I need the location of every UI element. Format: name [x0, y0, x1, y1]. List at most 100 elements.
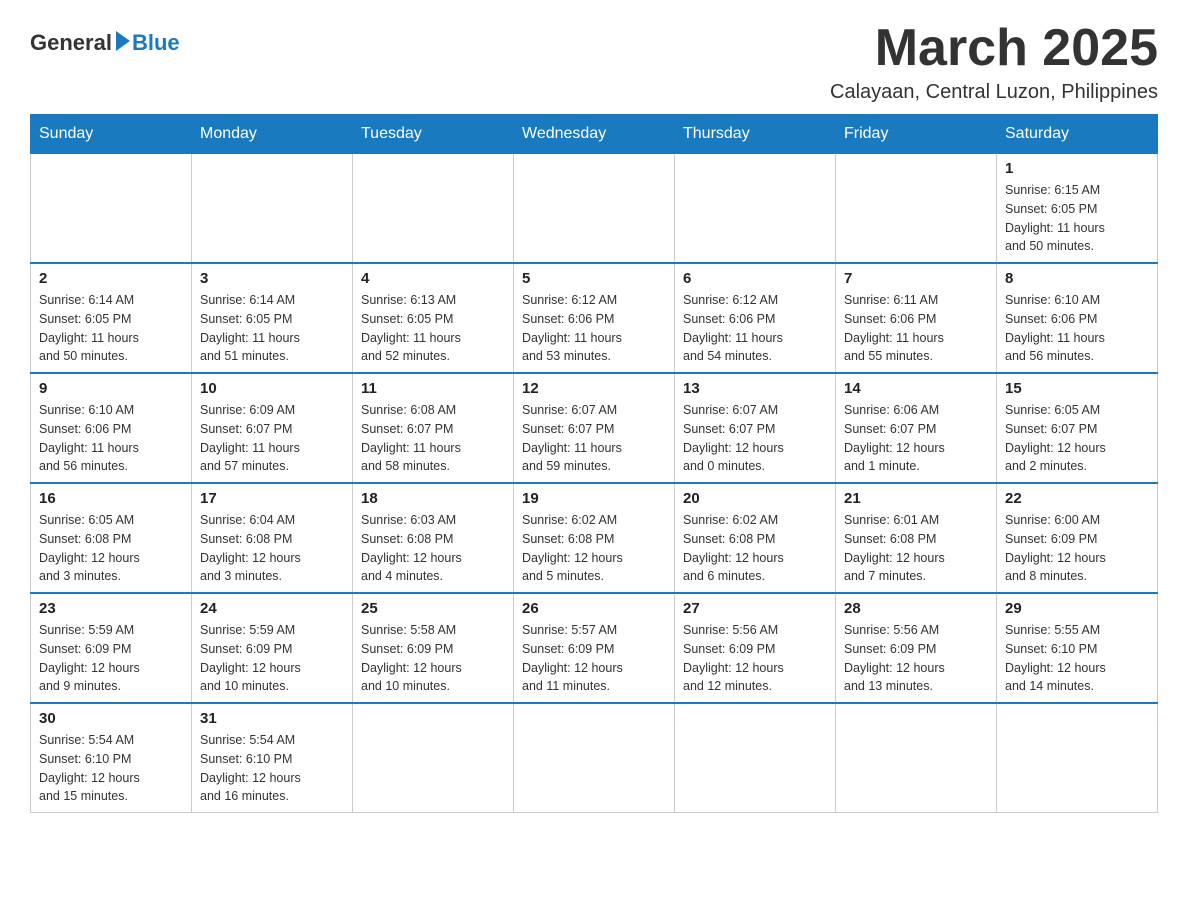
day-number: 8: [1005, 270, 1149, 287]
calendar-header-sunday: Sunday: [31, 115, 192, 154]
calendar-header-wednesday: Wednesday: [514, 115, 675, 154]
title-block: March 2025 Calayaan, Central Luzon, Phil…: [830, 20, 1158, 104]
calendar-cell: 7 Sunrise: 6:11 AMSunset: 6:06 PMDaylight…: [836, 263, 997, 373]
day-number: 3: [200, 270, 344, 287]
day-info: Sunrise: 6:10 AMSunset: 6:06 PMDaylight:…: [1005, 291, 1149, 366]
day-number: 21: [844, 490, 988, 507]
day-info: Sunrise: 6:07 AMSunset: 6:07 PMDaylight:…: [522, 401, 666, 476]
calendar-header-row: SundayMondayTuesdayWednesdayThursdayFrid…: [31, 115, 1158, 154]
day-number: 20: [683, 490, 827, 507]
day-info: Sunrise: 6:03 AMSunset: 6:08 PMDaylight:…: [361, 511, 505, 586]
day-number: 17: [200, 490, 344, 507]
day-info: Sunrise: 6:11 AMSunset: 6:06 PMDaylight:…: [844, 291, 988, 366]
calendar-header-monday: Monday: [192, 115, 353, 154]
day-number: 28: [844, 600, 988, 617]
calendar-cell: [675, 703, 836, 813]
calendar-header-saturday: Saturday: [997, 115, 1158, 154]
calendar-cell: 23Sunrise: 5:59 AMSunset: 6:09 PMDayligh…: [31, 593, 192, 703]
calendar-cell: [514, 703, 675, 813]
calendar-cell: 21 Sunrise: 6:01 AMSunset: 6:08 PMDayligh…: [836, 483, 997, 593]
day-info: Sunrise: 6:13 AMSunset: 6:05 PMDaylight:…: [361, 291, 505, 366]
logo: General Blue: [30, 30, 180, 56]
day-number: 12: [522, 380, 666, 397]
day-info: Sunrise: 6:14 AMSunset: 6:05 PMDaylight:…: [39, 291, 183, 366]
day-info: Sunrise: 6:05 AMSunset: 6:08 PMDaylight:…: [39, 511, 183, 586]
day-info: Sunrise: 6:06 AMSunset: 6:07 PMDaylight:…: [844, 401, 988, 476]
calendar-cell: [353, 154, 514, 264]
calendar-cell: 17 Sunrise: 6:04 AMSunset: 6:08 PMDayligh…: [192, 483, 353, 593]
calendar-cell: [997, 703, 1158, 813]
location-title: Calayaan, Central Luzon, Philippines: [830, 81, 1158, 104]
day-info: Sunrise: 5:56 AMSunset: 6:09 PMDaylight:…: [844, 621, 988, 696]
day-info: Sunrise: 5:57 AMSunset: 6:09 PMDaylight:…: [522, 621, 666, 696]
day-number: 7: [844, 270, 988, 287]
day-number: 14: [844, 380, 988, 397]
calendar-cell: [836, 154, 997, 264]
calendar-cell: 13 Sunrise: 6:07 AMSunset: 6:07 PMDayligh…: [675, 373, 836, 483]
calendar-week-row: 2Sunrise: 6:14 AMSunset: 6:05 PMDaylight…: [31, 263, 1158, 373]
day-info: Sunrise: 6:12 AMSunset: 6:06 PMDaylight:…: [522, 291, 666, 366]
calendar-week-row: 23Sunrise: 5:59 AMSunset: 6:09 PMDayligh…: [31, 593, 1158, 703]
calendar-cell: 10Sunrise: 6:09 AMSunset: 6:07 PMDayligh…: [192, 373, 353, 483]
calendar-week-row: 16 Sunrise: 6:05 AMSunset: 6:08 PMDayligh…: [31, 483, 1158, 593]
calendar-cell: 16 Sunrise: 6:05 AMSunset: 6:08 PMDayligh…: [31, 483, 192, 593]
month-title: March 2025: [830, 20, 1158, 77]
day-info: Sunrise: 6:01 AMSunset: 6:08 PMDaylight:…: [844, 511, 988, 586]
calendar-cell: [353, 703, 514, 813]
calendar-cell: 28 Sunrise: 5:56 AMSunset: 6:09 PMDayligh…: [836, 593, 997, 703]
calendar-cell: 11 Sunrise: 6:08 AMSunset: 6:07 PMDayligh…: [353, 373, 514, 483]
calendar-cell: [836, 703, 997, 813]
logo-general-text: General: [30, 30, 112, 56]
calendar-cell: 4 Sunrise: 6:13 AMSunset: 6:05 PMDaylight…: [353, 263, 514, 373]
logo-blue-text: Blue: [132, 30, 180, 56]
day-number: 11: [361, 380, 505, 397]
calendar-cell: 26 Sunrise: 5:57 AMSunset: 6:09 PMDayligh…: [514, 593, 675, 703]
day-number: 23: [39, 600, 183, 617]
day-number: 19: [522, 490, 666, 507]
calendar-cell: 25Sunrise: 5:58 AMSunset: 6:09 PMDayligh…: [353, 593, 514, 703]
day-number: 26: [522, 600, 666, 617]
day-info: Sunrise: 6:12 AMSunset: 6:06 PMDaylight:…: [683, 291, 827, 366]
calendar-cell: 9 Sunrise: 6:10 AMSunset: 6:06 PMDaylight…: [31, 373, 192, 483]
calendar-cell: 8 Sunrise: 6:10 AMSunset: 6:06 PMDaylight…: [997, 263, 1158, 373]
day-number: 4: [361, 270, 505, 287]
calendar-cell: [192, 154, 353, 264]
calendar-cell: 22Sunrise: 6:00 AMSunset: 6:09 PMDayligh…: [997, 483, 1158, 593]
day-info: Sunrise: 6:04 AMSunset: 6:08 PMDaylight:…: [200, 511, 344, 586]
calendar-cell: 29Sunrise: 5:55 AMSunset: 6:10 PMDayligh…: [997, 593, 1158, 703]
calendar-cell: [514, 154, 675, 264]
calendar-cell: 2Sunrise: 6:14 AMSunset: 6:05 PMDaylight…: [31, 263, 192, 373]
calendar-header-tuesday: Tuesday: [353, 115, 514, 154]
day-number: 30: [39, 710, 183, 727]
calendar-cell: 12 Sunrise: 6:07 AMSunset: 6:07 PMDayligh…: [514, 373, 675, 483]
day-number: 15: [1005, 380, 1149, 397]
logo-arrow-icon: [116, 31, 130, 51]
day-number: 16: [39, 490, 183, 507]
day-number: 6: [683, 270, 827, 287]
calendar-cell: 1Sunrise: 6:15 AMSunset: 6:05 PMDaylight…: [997, 154, 1158, 264]
calendar-cell: 24Sunrise: 5:59 AMSunset: 6:09 PMDayligh…: [192, 593, 353, 703]
day-info: Sunrise: 6:08 AMSunset: 6:07 PMDaylight:…: [361, 401, 505, 476]
day-info: Sunrise: 6:07 AMSunset: 6:07 PMDaylight:…: [683, 401, 827, 476]
day-number: 13: [683, 380, 827, 397]
day-info: Sunrise: 6:15 AMSunset: 6:05 PMDaylight:…: [1005, 181, 1149, 256]
calendar-week-row: 1Sunrise: 6:15 AMSunset: 6:05 PMDaylight…: [31, 154, 1158, 264]
day-number: 9: [39, 380, 183, 397]
calendar-cell: 31Sunrise: 5:54 AMSunset: 6:10 PMDayligh…: [192, 703, 353, 813]
calendar-cell: 20Sunrise: 6:02 AMSunset: 6:08 PMDayligh…: [675, 483, 836, 593]
day-number: 5: [522, 270, 666, 287]
calendar-cell: 14 Sunrise: 6:06 AMSunset: 6:07 PMDayligh…: [836, 373, 997, 483]
calendar-cell: 5 Sunrise: 6:12 AMSunset: 6:06 PMDaylight…: [514, 263, 675, 373]
day-info: Sunrise: 6:10 AMSunset: 6:06 PMDaylight:…: [39, 401, 183, 476]
day-number: 18: [361, 490, 505, 507]
calendar-cell: 19Sunrise: 6:02 AMSunset: 6:08 PMDayligh…: [514, 483, 675, 593]
calendar-cell: 27Sunrise: 5:56 AMSunset: 6:09 PMDayligh…: [675, 593, 836, 703]
day-info: Sunrise: 6:00 AMSunset: 6:09 PMDaylight:…: [1005, 511, 1149, 586]
calendar-cell: [675, 154, 836, 264]
day-number: 10: [200, 380, 344, 397]
day-number: 24: [200, 600, 344, 617]
calendar-cell: [31, 154, 192, 264]
calendar-week-row: 9 Sunrise: 6:10 AMSunset: 6:06 PMDaylight…: [31, 373, 1158, 483]
calendar-week-row: 30Sunrise: 5:54 AMSunset: 6:10 PMDayligh…: [31, 703, 1158, 813]
day-number: 25: [361, 600, 505, 617]
